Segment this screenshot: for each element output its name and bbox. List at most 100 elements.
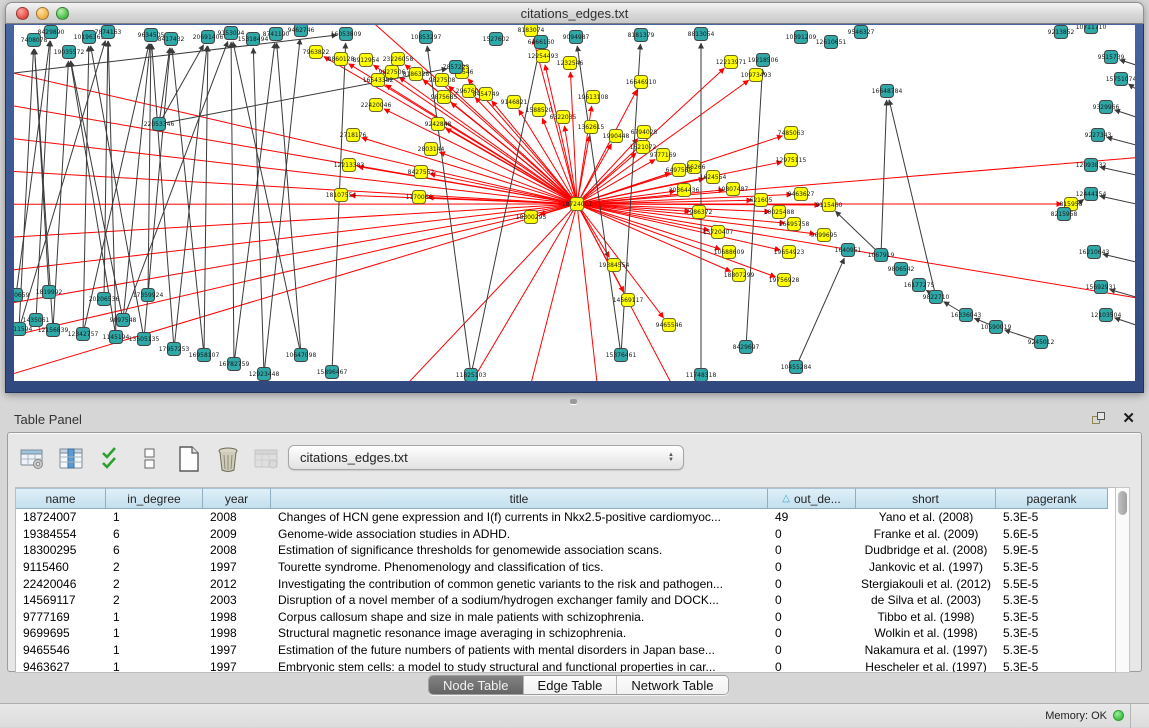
delete-trash-icon[interactable] [213,444,243,474]
table-cell[interactable]: 6 [106,542,203,559]
table-cell[interactable]: 0 [768,542,856,559]
table-cell[interactable]: 2 [106,575,203,592]
table-cell[interactable]: 18724007 [16,509,106,526]
tab-node-table[interactable]: Node Table [429,676,524,694]
zoom-window-button[interactable] [56,7,69,20]
table-cell[interactable]: Changes of HCN gene expression and I(f) … [271,509,768,526]
close-panel-icon[interactable]: ✕ [1122,412,1135,426]
table-row[interactable]: 946554611997Estimation of the future num… [16,642,1115,659]
tab-network-table[interactable]: Network Table [617,676,727,694]
table-cell[interactable]: 0 [768,559,856,576]
table-cell[interactable]: 1998 [203,625,271,642]
table-cell[interactable]: Estimation of significance thresholds fo… [271,542,768,559]
table-cell[interactable]: Dudbridge et al. (2008) [856,542,996,559]
table-cell[interactable]: 1997 [203,642,271,659]
tab-edge-table[interactable]: Edge Table [524,676,618,694]
table-cell[interactable]: 1 [106,609,203,626]
table-cell[interactable]: 1 [106,625,203,642]
table-row[interactable]: 969969511998Structural magnetic resonanc… [16,625,1115,642]
table-cell[interactable]: 1 [106,642,203,659]
column-header-short[interactable]: short [856,488,996,509]
show-column-icon[interactable] [57,444,87,474]
minimize-window-button[interactable] [36,7,49,20]
table-cell[interactable]: Wolkin et al. (1998) [856,625,996,642]
table-cell[interactable]: 14569117 [16,592,106,609]
column-header-pagerank[interactable]: pagerank [996,488,1108,509]
table-cell[interactable]: 9463627 [16,658,106,673]
table-cell[interactable]: Nakamura et al. (1997) [856,642,996,659]
scrollbar-thumb[interactable] [1118,491,1127,515]
window-titlebar[interactable]: citations_edges.txt [5,2,1144,24]
table-cell[interactable]: 1997 [203,559,271,576]
table-cell[interactable]: Embryonic stem cells: a model to study s… [271,658,768,673]
column-header-title[interactable]: title [271,488,768,509]
table-cell[interactable]: 1997 [203,658,271,673]
table-cell[interactable]: Franke et al. (2009) [856,526,996,543]
column-header-outde[interactable]: △out_de... [768,488,856,509]
table-cell[interactable]: 0 [768,592,856,609]
column-header-name[interactable]: name [16,488,106,509]
table-cell[interactable]: Tibbo et al. (1998) [856,609,996,626]
table-cell[interactable]: 1998 [203,609,271,626]
table-cell[interactable]: Corpus callosum shape and size in male p… [271,609,768,626]
table-cell[interactable]: 5.3E-5 [996,642,1108,659]
table-cell[interactable]: 6 [106,526,203,543]
table-cell[interactable]: 9465546 [16,642,106,659]
table-cell[interactable]: 9115460 [16,559,106,576]
table-cell[interactable]: Investigating the contribution of common… [271,575,768,592]
table-cell[interactable]: 0 [768,575,856,592]
table-cell[interactable]: 9777169 [16,609,106,626]
table-cell[interactable]: 2008 [203,509,271,526]
table-row[interactable]: 977716911998Corpus callosum shape and si… [16,609,1115,626]
table-cell[interactable]: 5.3E-5 [996,609,1108,626]
network-canvas[interactable]: 1872400781830741225449312325461961310816… [14,25,1135,381]
table-cell[interactable]: 5.3E-5 [996,658,1108,673]
table-row[interactable]: 2242004622012Investigating the contribut… [16,575,1115,592]
table-cell[interactable]: 5.3E-5 [996,509,1108,526]
table-cell[interactable]: 5.5E-5 [996,575,1108,592]
table-cell[interactable]: 2008 [203,542,271,559]
table-cell[interactable]: 0 [768,658,856,673]
table-cell[interactable]: 49 [768,509,856,526]
table-cell[interactable]: Yano et al. (2008) [856,509,996,526]
table-cell[interactable]: 1 [106,658,203,673]
table-cell[interactable]: 0 [768,609,856,626]
table-row[interactable]: 1830029562008Estimation of significance … [16,542,1115,559]
close-window-button[interactable] [16,7,29,20]
select-all-checks-icon[interactable] [96,444,126,474]
table-cell[interactable]: 0 [768,642,856,659]
table-row[interactable]: 1872400712008Changes of HCN gene express… [16,509,1115,526]
table-cell[interactable]: 2009 [203,526,271,543]
table-cell[interactable]: 0 [768,526,856,543]
table-row[interactable]: 1938455462009Genome-wide association stu… [16,526,1115,543]
table-cell[interactable]: Genome-wide association studies in ADHD. [271,526,768,543]
table-cell[interactable]: Tourette syndrome. Phenomenology and cla… [271,559,768,576]
table-cell[interactable]: 22420046 [16,575,106,592]
new-document-icon[interactable] [174,444,204,474]
table-cell[interactable]: 5.3E-5 [996,592,1108,609]
table-cell[interactable]: 5.3E-5 [996,559,1108,576]
table-cell[interactable]: Disruption of a novel member of a sodium… [271,592,768,609]
column-header-year[interactable]: year [203,488,271,509]
table-row[interactable]: 911546021997Tourette syndrome. Phenomeno… [16,559,1115,576]
table-cell[interactable]: 0 [768,625,856,642]
table-settings-icon[interactable] [18,444,48,474]
rows-icon[interactable] [135,444,165,474]
table-cell[interactable]: 5.3E-5 [996,625,1108,642]
table-cell[interactable]: 19384554 [16,526,106,543]
table-cell[interactable]: 2 [106,592,203,609]
table-cell[interactable]: Estimation of the future numbers of pati… [271,642,768,659]
table-cell[interactable]: 2003 [203,592,271,609]
table-cell[interactable]: 2 [106,559,203,576]
column-header-indegree[interactable]: in_degree [106,488,203,509]
table-cell[interactable]: 18300295 [16,542,106,559]
table-cell[interactable]: Jankovic et al. (1997) [856,559,996,576]
table-row[interactable]: 946362711997Embryonic stem cells: a mode… [16,658,1115,673]
table-row[interactable]: 1456911722003Disruption of a novel membe… [16,592,1115,609]
table-cell[interactable]: 1 [106,509,203,526]
table-cell[interactable]: 5.9E-5 [996,542,1108,559]
table-vertical-scrollbar[interactable] [1115,487,1130,673]
table-cell[interactable]: Hescheler et al. (1997) [856,658,996,673]
table-cell[interactable]: 2012 [203,575,271,592]
table-cell[interactable]: 5.6E-5 [996,526,1108,543]
